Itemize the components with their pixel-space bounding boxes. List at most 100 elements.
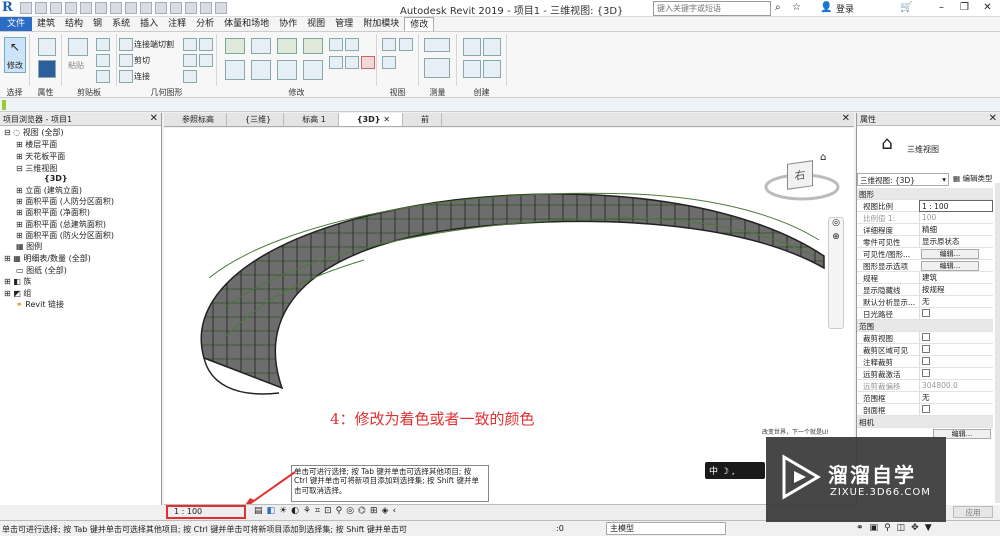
demolish-icon[interactable] bbox=[183, 70, 197, 83]
scope-box-field[interactable]: 无 bbox=[919, 392, 993, 404]
exchange-icon[interactable]: 🛒 bbox=[900, 2, 912, 13]
home-icon[interactable]: ⌂ bbox=[820, 152, 826, 163]
print-icon[interactable] bbox=[95, 2, 107, 14]
tab-modify[interactable]: 修改 bbox=[404, 17, 435, 31]
hidden-line-field[interactable]: 按规程 bbox=[919, 284, 993, 296]
tab-manage[interactable]: 管理 bbox=[330, 17, 358, 31]
join-label[interactable]: 连接 bbox=[134, 71, 150, 82]
far-clip-checkbox[interactable] bbox=[922, 369, 930, 377]
shadows-icon[interactable]: ◐ bbox=[291, 506, 299, 516]
override-graphics-icon[interactable] bbox=[399, 38, 413, 51]
search-input[interactable]: 键入关键字或短语 bbox=[653, 1, 771, 16]
properties-scrollbar[interactable] bbox=[995, 183, 1000, 503]
tree-area-fire[interactable]: ⊞ 面积平面 (防火分区面积) bbox=[16, 230, 114, 241]
open-icon[interactable] bbox=[20, 2, 32, 14]
view-scale-field[interactable]: 1 : 100 bbox=[919, 200, 993, 212]
crop-view-checkbox[interactable] bbox=[922, 333, 930, 341]
scale-icon[interactable] bbox=[345, 56, 359, 69]
user-icon[interactable]: 👤 bbox=[820, 2, 832, 13]
move-icon[interactable] bbox=[225, 60, 245, 80]
model-dropdown[interactable]: 主模型 bbox=[606, 522, 726, 535]
tree-views-all[interactable]: ⊟ ◌ 视图 (全部) bbox=[4, 127, 64, 138]
hide-icon[interactable] bbox=[382, 38, 396, 51]
detail-level-icon[interactable]: ▤ bbox=[254, 506, 263, 516]
tab-addins[interactable]: 附加模块 bbox=[358, 17, 404, 31]
tree-groups[interactable]: ⊞ ◩ 组 bbox=[4, 288, 31, 299]
apply-button[interactable]: 应用 bbox=[953, 506, 993, 518]
paste-icon[interactable] bbox=[68, 38, 88, 56]
visual-style-icon[interactable]: ◧ bbox=[267, 506, 276, 516]
remove-paint-icon[interactable] bbox=[199, 54, 213, 67]
vg-edit-button[interactable]: 编辑... bbox=[921, 249, 979, 259]
cope-icon[interactable] bbox=[119, 38, 133, 51]
drag-elements-icon[interactable]: ✥ bbox=[911, 523, 919, 533]
tab-ref-level[interactable]: 参照标高 bbox=[164, 113, 227, 126]
create-assembly-icon[interactable] bbox=[463, 38, 481, 56]
minimize-icon[interactable]: – bbox=[930, 0, 953, 16]
3d-view-canvas[interactable]: 4：修改为着色或者一致的颜色 bbox=[164, 128, 854, 504]
select-underlay-icon[interactable]: ▣ bbox=[870, 523, 879, 533]
measure-icon[interactable] bbox=[110, 2, 122, 14]
collapse-icon[interactable]: ‹ bbox=[392, 506, 396, 516]
close-icon[interactable]: ✕ bbox=[150, 113, 158, 124]
create-parts-icon[interactable] bbox=[483, 38, 501, 56]
aligned-dimension-icon[interactable] bbox=[424, 58, 450, 78]
align-icon[interactable] bbox=[225, 38, 245, 54]
join-cut-label[interactable]: 连接端切割 bbox=[134, 39, 174, 50]
tab-file[interactable]: 文件 bbox=[0, 17, 33, 31]
login-button[interactable]: 登录 bbox=[836, 2, 854, 15]
zoom-icon[interactable]: ⊕ bbox=[829, 232, 843, 246]
tab-systems[interactable]: 系统 bbox=[107, 17, 135, 31]
rotate-icon[interactable] bbox=[277, 60, 297, 80]
close-icon[interactable]: ✕ bbox=[976, 0, 999, 16]
discipline-field[interactable]: 建筑 bbox=[919, 272, 993, 284]
tab-3d-braces[interactable]: {三维} bbox=[227, 113, 285, 126]
modify-button[interactable]: ↖ 修改 bbox=[4, 37, 26, 73]
dimension-icon[interactable] bbox=[125, 2, 137, 14]
analytical-icon[interactable]: ⊞ bbox=[370, 506, 378, 516]
sun-path-checkbox[interactable] bbox=[922, 309, 930, 317]
paint-icon[interactable] bbox=[183, 54, 197, 67]
tab-massing-site[interactable]: 体量和场地 bbox=[219, 17, 274, 31]
tree-schedules[interactable]: ⊞ ▦ 明细表/数量 (全部) bbox=[4, 253, 91, 264]
join-geometry-icon[interactable] bbox=[119, 70, 133, 83]
undo-icon[interactable] bbox=[65, 2, 77, 14]
tree-ceiling-plans[interactable]: ⊞ 天花板平面 bbox=[16, 151, 65, 162]
tab-front[interactable]: 前 bbox=[403, 113, 442, 126]
tree-3d-views[interactable]: ⊟ 三维视图 bbox=[16, 163, 57, 174]
section-box-checkbox[interactable] bbox=[922, 405, 930, 413]
split-icon[interactable] bbox=[329, 38, 343, 51]
view-cube[interactable]: 右 bbox=[787, 160, 813, 190]
tree-sheets[interactable]: ▭ 图纸 (全部) bbox=[16, 265, 67, 276]
section-graphics[interactable]: 图形 bbox=[857, 188, 993, 200]
tab-architecture[interactable]: 建筑 bbox=[32, 17, 60, 31]
type-properties-icon[interactable] bbox=[38, 60, 56, 78]
mirror-axis-icon[interactable] bbox=[277, 38, 297, 54]
filter-icon[interactable]: ▼ bbox=[925, 523, 932, 533]
select-by-face-icon[interactable]: ◫ bbox=[897, 523, 906, 533]
tree-3d-default[interactable]: {3D} bbox=[44, 174, 68, 183]
tree-floor-plans[interactable]: ⊞ 楼层平面 bbox=[16, 139, 57, 150]
graphic-display-edit-button[interactable]: 编辑... bbox=[921, 261, 979, 271]
tab-insert[interactable]: 插入 bbox=[135, 17, 163, 31]
split-face-icon[interactable] bbox=[199, 38, 213, 51]
close-icon[interactable]: ✕ bbox=[989, 113, 997, 124]
tree-legends[interactable]: ▦ 图例 bbox=[16, 241, 42, 252]
delete-icon[interactable] bbox=[361, 56, 375, 69]
pin-icon[interactable] bbox=[345, 38, 359, 51]
mirror-draw-icon[interactable] bbox=[303, 38, 323, 54]
linework-icon[interactable] bbox=[382, 56, 396, 69]
text-icon[interactable] bbox=[140, 2, 152, 14]
select-pinned-icon[interactable]: ⚲ bbox=[884, 523, 891, 533]
analysis-display-field[interactable]: 无 bbox=[919, 296, 993, 308]
tab-structure[interactable]: 结构 bbox=[60, 17, 88, 31]
lock-view-icon[interactable]: ⊡ bbox=[324, 506, 332, 516]
tab-collaborate[interactable]: 协作 bbox=[274, 17, 302, 31]
trim-extend-icon[interactable] bbox=[303, 60, 323, 80]
section-extents[interactable]: 范围 bbox=[857, 320, 993, 332]
tab-steel[interactable]: 钢 bbox=[88, 17, 107, 31]
worksharing-icon[interactable]: ⌬ bbox=[358, 506, 366, 516]
tree-elevations[interactable]: ⊞ 立面 (建筑立面) bbox=[16, 185, 82, 196]
tree-area-gross[interactable]: ⊞ 面积平面 (总建筑面积) bbox=[16, 219, 106, 230]
curved-stair-model[interactable] bbox=[164, 128, 854, 504]
